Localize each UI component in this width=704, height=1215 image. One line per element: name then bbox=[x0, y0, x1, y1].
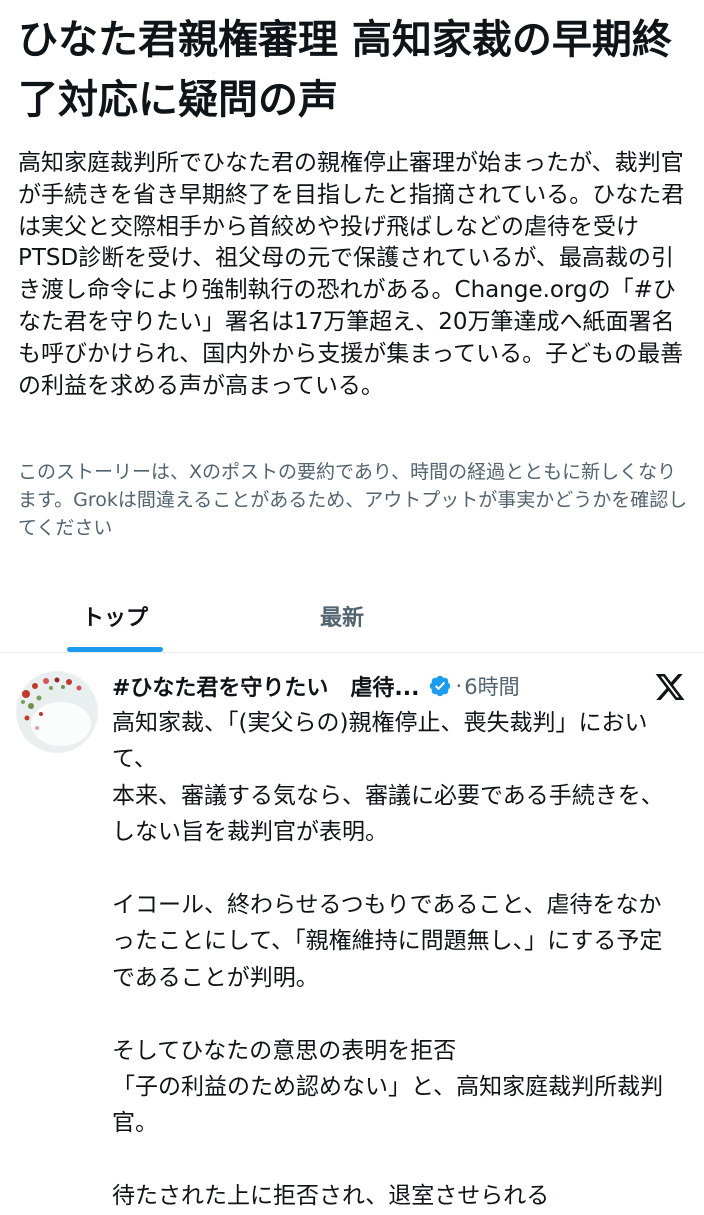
post-header: #ひなた君を守りたい 虐待... · 6時間 bbox=[112, 669, 692, 703]
author-name[interactable]: #ひなた君を守りたい 虐待... bbox=[112, 670, 420, 702]
tab-latest[interactable]: 最新 bbox=[270, 580, 414, 652]
tab-top[interactable]: トップ bbox=[0, 580, 230, 652]
post-text: 高知家裁、「(実父らの)親権停止、喪失裁判」において、 本来、審議する気なら、審… bbox=[112, 710, 664, 1210]
grok-disclaimer: このストーリーは、Xのポストの要約であり、時間の経過とともに新しくなります。Gr… bbox=[18, 461, 688, 539]
tab-latest-label: 最新 bbox=[319, 606, 364, 631]
tab-top-label: トップ bbox=[81, 606, 148, 631]
verified-badge-icon bbox=[429, 675, 450, 697]
story-headline: ひなた君親権審理 高知家裁の早期終了対応に疑問の声 bbox=[18, 17, 672, 123]
post-card[interactable]: #ひなた君を守りたい 虐待... · 6時間 高知家裁、「(実父らの)親権停止、… bbox=[0, 653, 704, 1209]
post-timestamp[interactable]: 6時間 bbox=[464, 671, 519, 701]
meta-separator: · bbox=[455, 674, 463, 698]
feed-tabs: トップ 最新 bbox=[0, 580, 704, 652]
x-logo-icon bbox=[655, 674, 685, 700]
avatar[interactable] bbox=[16, 671, 98, 753]
avatar-image bbox=[17, 672, 97, 752]
story-summary: 高知家庭裁判所でひなた君の親権停止審理が始まったが、裁判官が手続きを省き早期終了… bbox=[18, 150, 685, 399]
